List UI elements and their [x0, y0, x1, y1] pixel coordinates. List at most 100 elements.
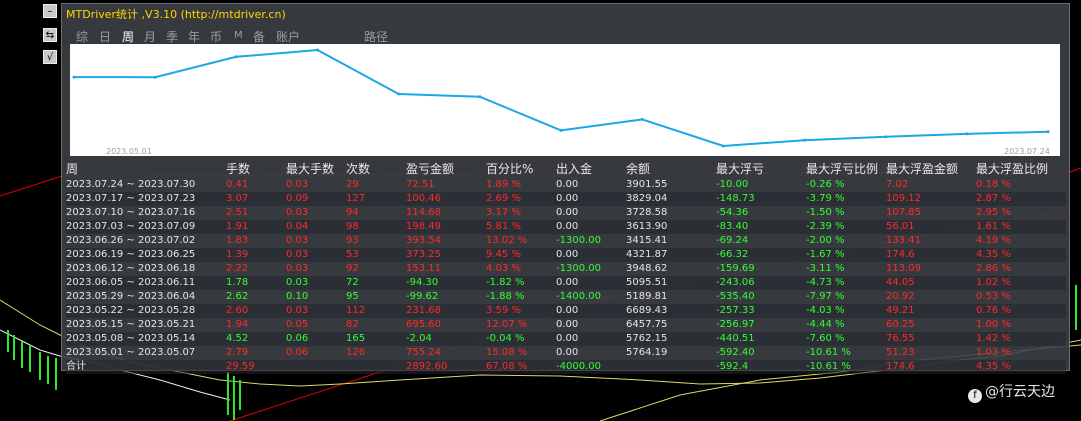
cell-count: 94	[346, 207, 359, 218]
cell-pnl: 373.25	[406, 249, 441, 260]
cell-max-float-profit: 113.09	[886, 263, 921, 274]
cell-balance: 4321.87	[626, 249, 668, 260]
cell-pnl: 2892.60	[406, 361, 448, 372]
minimize-button[interactable]: –	[43, 4, 57, 18]
cell-max-float-profit: 49.21	[886, 305, 915, 316]
cell-count: 82	[346, 319, 359, 330]
cell-max-float-loss: -243.06	[716, 277, 755, 288]
cell-max-float-profit: 56.01	[886, 221, 915, 232]
equity-point-2023.06.19	[640, 117, 644, 121]
col-header-max-float-profit-pct[interactable]: 最大浮盈比例	[976, 161, 1048, 177]
cell-max-float-loss-pct: -7.97 %	[806, 291, 845, 302]
cell-max-float-loss-pct: -1.67 %	[806, 249, 845, 260]
cell-balance: 5764.19	[626, 347, 668, 358]
tab-week[interactable]: 周	[122, 28, 134, 45]
cell-max-float-profit: 51.23	[886, 347, 915, 358]
table-row[interactable]: 2023.06.12 ~ 2023.06.18 2.22 0.03 92 153.11 4…	[66, 262, 1066, 276]
table-row[interactable]: 2023.05.29 ~ 2023.06.04 2.62 0.10 95 -99.62 -…	[66, 290, 1066, 304]
tab-note[interactable]: 备	[253, 28, 265, 45]
col-header-max-float-loss-pct[interactable]: 最大浮亏比例	[806, 161, 878, 177]
cell-lots: 2.62	[226, 291, 249, 302]
table-row[interactable]: 2023.05.01 ~ 2023.05.07 2.79 0.06 126 755.24…	[66, 346, 1066, 360]
tab-quarter[interactable]: 季	[166, 28, 178, 45]
cell-percent: 9.45 %	[486, 249, 521, 260]
cell-lots: 1.78	[226, 277, 249, 288]
cell-max-float-profit-pct: 2.95 %	[976, 207, 1011, 218]
cell-pnl: 755.24	[406, 347, 441, 358]
table-row[interactable]: 2023.06.05 ~ 2023.06.11 1.78 0.03 72 -94.30 -…	[66, 276, 1066, 290]
tab-year[interactable]: 年	[188, 28, 200, 45]
cell-count: 53	[346, 249, 359, 260]
cell-week: 2023.07.24 ~ 2023.07.30	[66, 179, 196, 190]
cell-week: 2023.05.22 ~ 2023.05.28	[66, 305, 196, 316]
switch-button[interactable]: ⇆	[43, 28, 57, 42]
cell-max-float-loss-pct: -4.03 %	[806, 305, 845, 316]
equity-point-2023.07.10	[884, 135, 888, 139]
cell-percent: -1.82 %	[486, 277, 525, 288]
cell-percent: 1.89 %	[486, 179, 521, 190]
equity-point-2023.07.03	[803, 138, 806, 142]
cell-balance: 3901.55	[626, 179, 668, 190]
cell-count: 98	[346, 221, 359, 232]
tab-day[interactable]: 日	[99, 28, 111, 45]
cell-max-lots: 0.03	[286, 277, 309, 288]
cell-max-float-profit-pct: 4.19 %	[976, 235, 1011, 246]
cell-balance: 6457.75	[626, 319, 668, 330]
table-row[interactable]: 2023.07.10 ~ 2023.07.16 2.51 0.03 94 114.68 3…	[66, 206, 1066, 220]
cell-max-float-loss: -256.97	[716, 319, 755, 330]
cell-max-float-loss-pct: -3.79 %	[806, 193, 845, 204]
table-row[interactable]: 2023.05.22 ~ 2023.05.28 2.60 0.03 112 231.68…	[66, 304, 1066, 318]
table-row[interactable]: 2023.07.17 ~ 2023.07.23 3.07 0.09 127 100.46…	[66, 192, 1066, 206]
cell-balance: 5095.51	[626, 277, 668, 288]
cell-max-float-loss-pct: -10.61 %	[806, 347, 851, 358]
col-header-max-float-loss[interactable]: 最大浮亏	[716, 161, 764, 177]
col-header-max-lots[interactable]: 最大手数	[286, 161, 334, 177]
table-row[interactable]: 2023.05.08 ~ 2023.05.14 4.52 0.06 165 -2.04 -…	[66, 332, 1066, 346]
col-header-lots[interactable]: 手数	[226, 161, 250, 177]
table-row[interactable]: 2023.07.24 ~ 2023.07.30 0.41 0.03 29 72.51 1.…	[66, 178, 1066, 192]
tab-path[interactable]: 路径	[364, 28, 388, 45]
cell-balance: 5762.15	[626, 333, 668, 344]
weibo-icon: f	[968, 389, 982, 403]
col-header-count[interactable]: 次数	[346, 161, 370, 177]
cell-deposit: 0.00	[556, 277, 579, 288]
cell-max-float-profit-pct: 4.35 %	[976, 249, 1011, 260]
cell-lots: 29.59	[226, 361, 255, 372]
table-row[interactable]: 2023.07.03 ~ 2023.07.09 1.91 0.04 98 198.49 5…	[66, 220, 1066, 234]
table-row[interactable]: 2023.06.19 ~ 2023.06.25 1.39 0.03 53 373.25 9…	[66, 248, 1066, 262]
cell-deposit: 0.00	[556, 207, 579, 218]
cell-percent: 2.69 %	[486, 193, 521, 204]
cell-lots: 1.83	[226, 235, 249, 246]
cell-lots: 4.52	[226, 333, 249, 344]
table-row[interactable]: 2023.06.26 ~ 2023.07.02 1.83 0.03 93 393.54 1…	[66, 234, 1066, 248]
cell-max-float-loss: -159.69	[716, 263, 755, 274]
cell-max-lots: 0.04	[286, 221, 309, 232]
cell-percent: 15.08 %	[486, 347, 528, 358]
equity-point-2023.05.01	[72, 75, 76, 79]
cell-pnl: 114.68	[406, 207, 441, 218]
col-header-deposit[interactable]: 出入金	[556, 161, 592, 177]
col-header-max-float-profit[interactable]: 最大浮盈金额	[886, 161, 958, 177]
table-row[interactable]: 2023.05.15 ~ 2023.05.21 1.94 0.05 82 695.60 1…	[66, 318, 1066, 332]
tab-account[interactable]: 账户	[276, 28, 300, 45]
table-header: 周 手数 最大手数 次数 盈亏金额 百分比% 出入金 余额 最大浮亏 最大浮亏比…	[66, 161, 1066, 177]
col-header-pnl[interactable]: 盈亏金额	[406, 161, 454, 177]
col-header-balance[interactable]: 余额	[626, 161, 650, 177]
cell-lots: 1.91	[226, 221, 249, 232]
tab-currency[interactable]: 币	[210, 28, 222, 45]
table-total-row[interactable]: 合计 29.59 2892.60 67.08 % -4000.00 -592.4 -10.6…	[66, 360, 1066, 374]
tab-m[interactable]: M	[234, 30, 243, 41]
cell-balance: 5189.81	[626, 291, 668, 302]
col-header-percent[interactable]: 百分比%	[486, 161, 533, 177]
cell-max-float-profit-pct: 2.86 %	[976, 263, 1011, 274]
tab-summary[interactable]: 综	[76, 28, 88, 45]
cell-lots: 2.22	[226, 263, 249, 274]
cell-max-float-loss-pct: -2.00 %	[806, 235, 845, 246]
col-header-week[interactable]: 周	[66, 161, 78, 177]
cell-week: 2023.06.19 ~ 2023.06.25	[66, 249, 196, 260]
tab-month[interactable]: 月	[144, 28, 156, 45]
cell-lots: 2.79	[226, 347, 249, 358]
cell-max-float-loss-pct: -1.50 %	[806, 207, 845, 218]
cell-max-float-loss: -257.33	[716, 305, 755, 316]
confirm-button[interactable]: √	[43, 50, 57, 64]
